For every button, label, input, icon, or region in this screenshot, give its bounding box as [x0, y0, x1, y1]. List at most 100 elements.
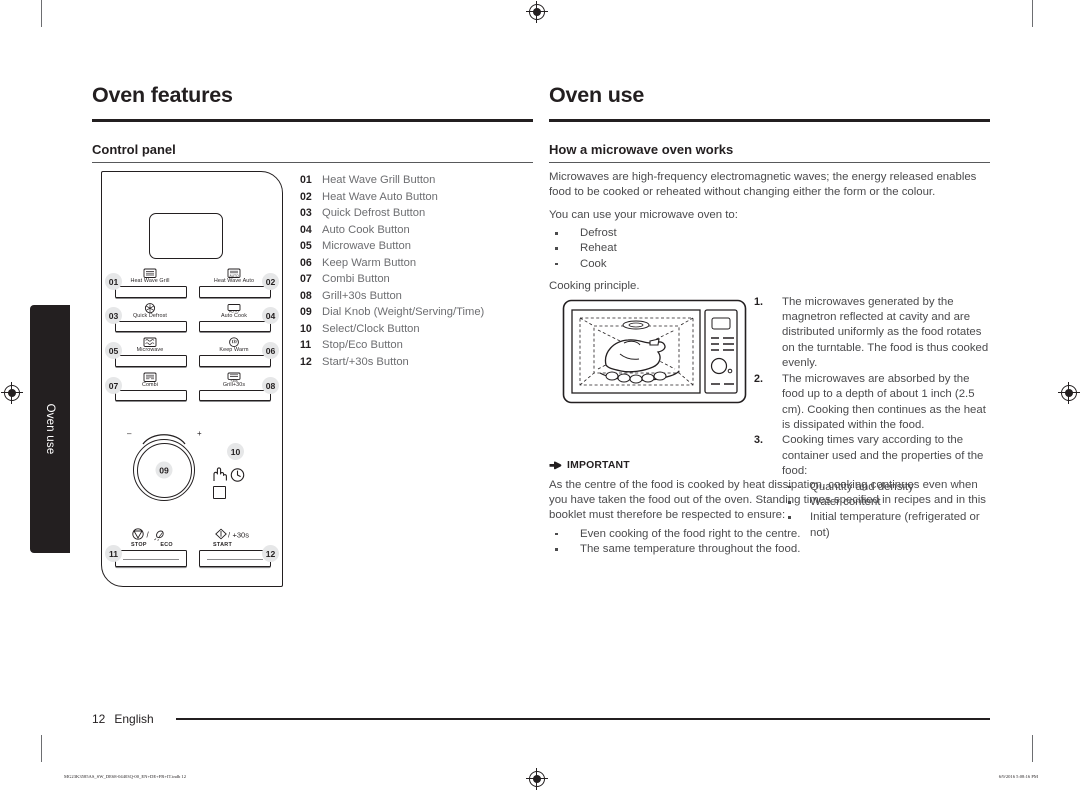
list-item: Cook — [549, 257, 990, 272]
button-caption: Microwave — [136, 347, 164, 353]
panel-button-07[interactable]: Combi — [115, 371, 187, 406]
registration-target-top — [526, 1, 548, 23]
control-panel-display — [149, 213, 223, 259]
chapter-rule-right — [549, 118, 990, 122]
legend-number: 09 — [300, 306, 312, 318]
legend-row: 09 Dial Knob (Weight/Serving/Time) — [300, 304, 540, 321]
svg-text:+30s: +30s — [233, 531, 250, 540]
hand-clock-icon — [213, 467, 245, 482]
legend-label: Dial Knob (Weight/Serving/Time) — [322, 306, 485, 318]
button-caption: Quick Defrost — [133, 312, 167, 319]
list-item: Even cooking of the food right to the ce… — [549, 527, 990, 542]
numbered-item: 3. Cooking times vary according to the co… — [754, 433, 990, 479]
legend-label: Heat Wave Grill Button — [322, 174, 436, 186]
button-key[interactable] — [199, 320, 271, 332]
legend-label: Grill+30s Button — [322, 289, 402, 302]
legend-row: 04 Auto Cook Button — [300, 222, 540, 239]
panel-button-06[interactable]: Keep Warm — [199, 336, 271, 371]
eco-label: ECO — [160, 542, 173, 548]
legend-number: 06 — [300, 256, 312, 269]
pointing-hand-icon — [549, 461, 562, 469]
legend-row: 01 Heat Wave Grill Button — [300, 172, 540, 189]
stop-eco-icon: / — [132, 528, 164, 541]
control-panel-button-grid: Heat Wave Grill AUTO Heat Wave Auto Quick D… — [115, 267, 271, 406]
legend-label: Quick Defrost Button — [322, 207, 426, 219]
item-text: Cooking times vary according to the cont… — [782, 434, 984, 478]
legend-label: Stop/Eco Button — [322, 339, 403, 351]
section-rule-left — [92, 161, 533, 163]
svg-text:/: / — [228, 531, 231, 540]
section-rule-right — [549, 161, 990, 163]
chapter-side-tab-label: Oven use — [44, 403, 56, 455]
panel-button-05[interactable]: Microwave — [115, 336, 187, 371]
button-key[interactable] — [199, 389, 271, 401]
legend-number: 04 — [300, 223, 312, 236]
callout-06: 06 — [262, 342, 279, 359]
button-caption: Keep Warm — [219, 347, 249, 353]
page-title-oven-features: Oven features — [92, 83, 233, 107]
callout-05: 05 — [105, 342, 122, 359]
panel-button-03[interactable]: Quick Defrost — [115, 302, 187, 337]
manual-page: Oven use Oven features Control panel 01 H… — [0, 0, 1080, 790]
item-number: 3. — [754, 434, 764, 447]
crop-mark-top-right — [1032, 0, 1034, 27]
legend-label: Combi Button — [322, 273, 390, 285]
callout-10: 10 — [227, 443, 244, 460]
button-key[interactable] — [115, 389, 187, 401]
select-clock-button[interactable] — [209, 465, 249, 499]
item-number: 2. — [754, 372, 764, 385]
legend-number: 05 — [300, 240, 312, 252]
panel-button-04[interactable]: AUTO Auto Cook — [199, 302, 271, 337]
button-key[interactable] — [115, 320, 187, 332]
button-caption: Combi — [141, 381, 159, 388]
legend-number: 08 — [300, 289, 312, 302]
numbered-item: 2. The microwaves are absorbed by the foo… — [754, 372, 990, 434]
button-row: Quick Defrost AUTO Auto Cook — [115, 302, 271, 337]
dial-minus-label: – — [127, 429, 132, 438]
legend-label: Start/+30s Button — [322, 355, 409, 368]
list-item: Water content — [754, 495, 990, 510]
callout-08: 08 — [262, 377, 279, 394]
button-key[interactable] — [199, 355, 271, 367]
button-key[interactable] — [115, 286, 187, 298]
button-caption: Heat Wave Auto — [213, 278, 255, 284]
callout-04: 04 — [262, 307, 279, 324]
callout-07: 07 — [105, 377, 122, 394]
panel-button-01[interactable]: Heat Wave Grill — [115, 267, 187, 302]
panel-button-02[interactable]: AUTO Heat Wave Auto — [199, 267, 271, 302]
legend-label: Auto Cook Button — [322, 223, 410, 236]
important-label: IMPORTANT — [567, 459, 630, 471]
footer-filename: MG23K3585AS_SW_DE68-04403Q-00_EN+DE+FR+I… — [64, 774, 187, 779]
legend-row: 03 Quick Defrost Button — [300, 205, 540, 222]
intro-paragraph: Microwaves are high-frequency electromag… — [549, 170, 977, 199]
callout-03: 03 — [105, 307, 122, 324]
uses-lead: You can use your microwave oven to: — [549, 208, 738, 221]
svg-text:/: / — [147, 531, 150, 540]
callout-09: 09 — [155, 461, 173, 479]
chapter-rule-left — [92, 118, 533, 122]
legend-label: Microwave Button — [322, 240, 411, 252]
button-key[interactable] — [115, 355, 187, 367]
legend-number: 01 — [300, 174, 312, 186]
legend-row: 02 Heat Wave Auto Button — [300, 189, 540, 206]
legend-row: 12 Start/+30s Button — [300, 354, 540, 371]
start-icon: / +30s — [215, 528, 250, 540]
legend-number: 03 — [300, 207, 312, 219]
page-folio: 12 English — [92, 712, 990, 726]
button-caption: Heat Wave Grill — [130, 278, 170, 284]
item-text: The microwaves are absorbed by the food … — [782, 372, 986, 431]
callout-12: 12 — [262, 545, 279, 562]
control-panel-diagram: Heat Wave Grill AUTO Heat Wave Auto Quick D… — [101, 171, 283, 587]
callout-11: 11 — [105, 545, 122, 562]
button-row: Microwave Keep Warm — [115, 336, 271, 371]
legend-number: 10 — [300, 322, 312, 335]
dial-knob[interactable]: 09 — [133, 434, 195, 501]
button-key[interactable] — [199, 286, 271, 298]
item-text: The microwaves generated by the magnetro… — [782, 295, 989, 370]
legend-number: 12 — [300, 355, 312, 368]
panel-button-08[interactable]: +30s Grill+30s — [199, 371, 271, 406]
section-title-how-microwave-works: How a microwave oven works — [549, 141, 734, 157]
important-bullets: Even cooking of the food right to the ce… — [549, 527, 990, 558]
microwave-illustration — [562, 299, 747, 404]
right-column: Oven use How a microwave oven works Micr… — [549, 83, 990, 558]
